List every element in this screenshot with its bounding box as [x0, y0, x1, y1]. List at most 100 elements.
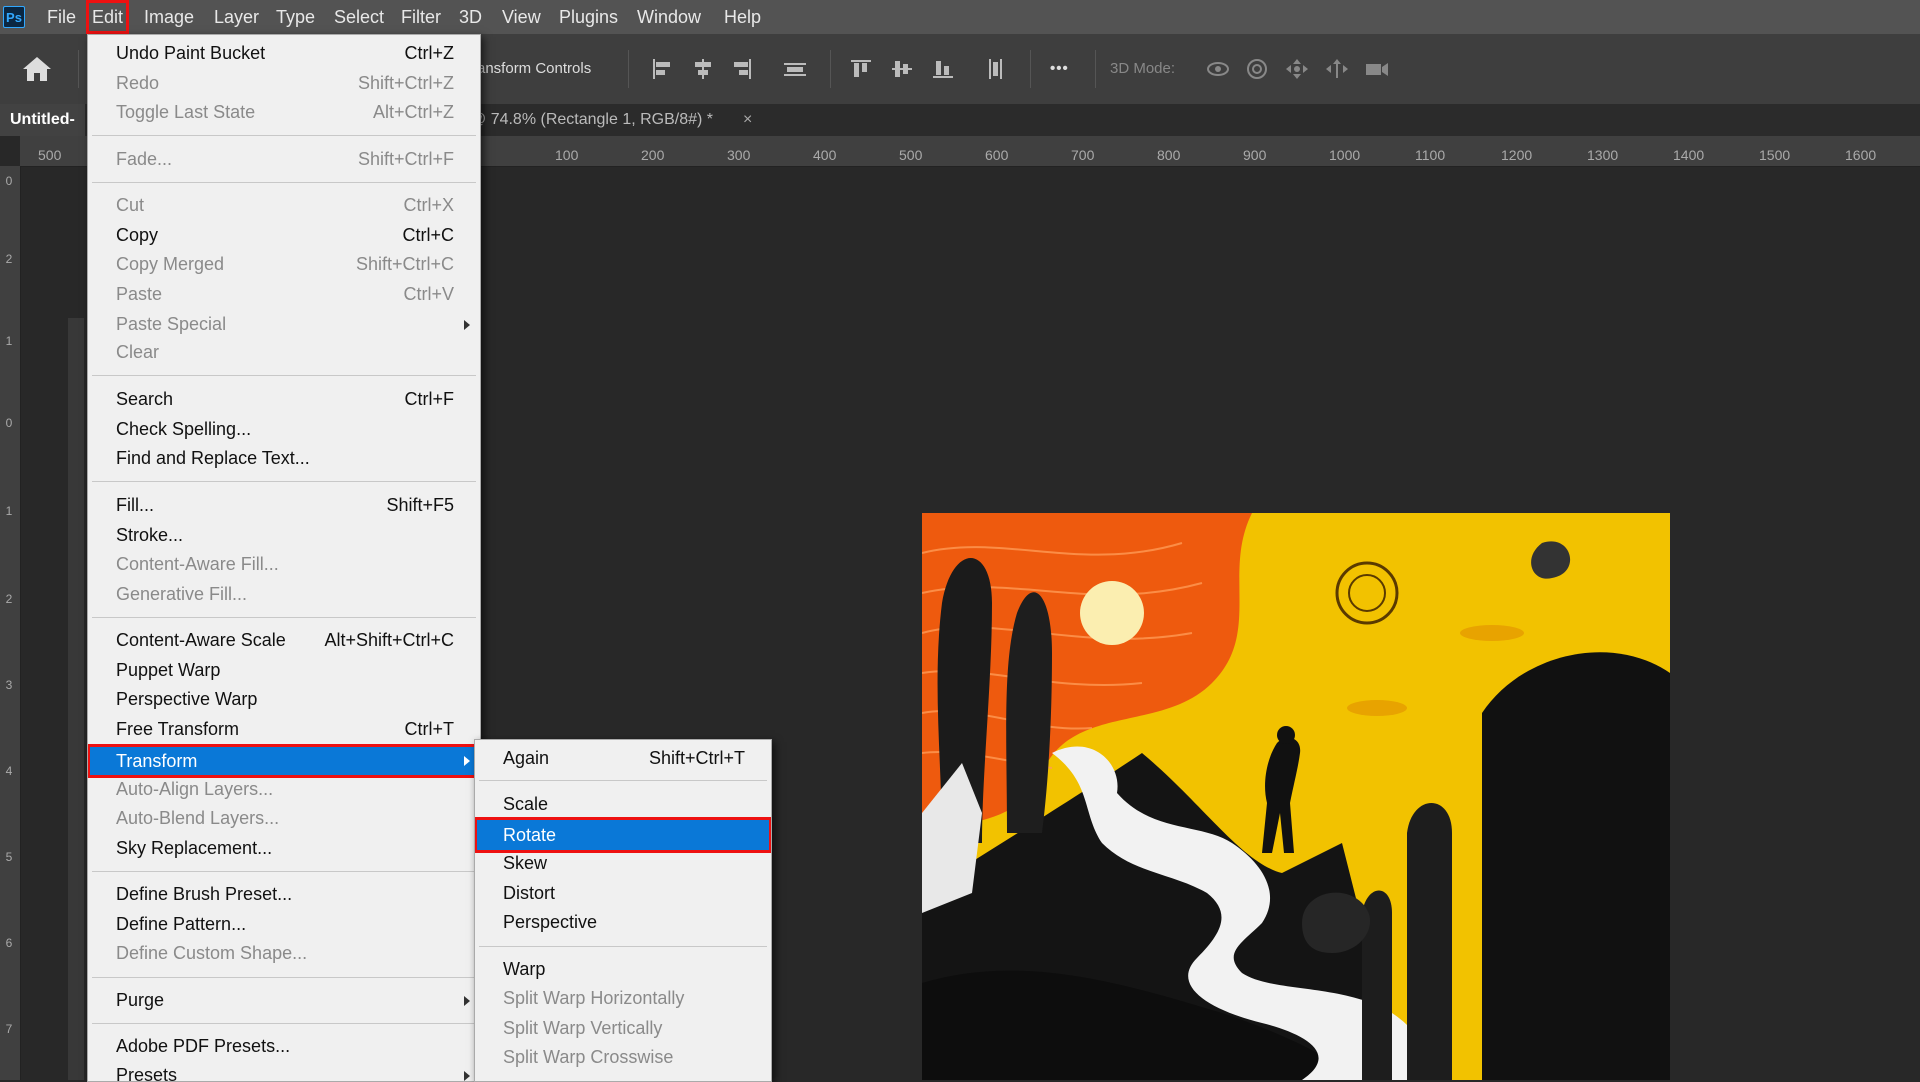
menu-file[interactable]: File — [47, 0, 76, 34]
menu-item-free-transform[interactable]: Free Transform Ctrl+T — [88, 715, 480, 743]
canvas-artwork[interactable] — [922, 513, 1670, 1080]
menu-item-presets[interactable]: Presets — [88, 1061, 480, 1081]
menu-item-find-replace[interactable]: Find and Replace Text... — [88, 444, 480, 472]
menu-item-toggle-last-state[interactable]: Toggle Last State Alt+Ctrl+Z — [88, 98, 480, 126]
separator — [92, 135, 476, 136]
separator — [628, 50, 629, 88]
distribute-icon[interactable] — [782, 57, 808, 81]
menu-item-clear[interactable]: Clear — [88, 338, 480, 366]
menu-item-search[interactable]: Search Ctrl+F — [88, 385, 480, 413]
transform-controls-label[interactable]: ransform Controls — [472, 60, 591, 77]
menu-item-copy[interactable]: Copy Ctrl+C — [88, 221, 480, 249]
menu-item-distort[interactable]: Distort — [475, 879, 771, 907]
separator — [92, 1023, 476, 1024]
menu-item-define-brush-preset[interactable]: Define Brush Preset... — [88, 880, 480, 908]
ruler-tick-label: 300 — [727, 147, 751, 163]
menu-window[interactable]: Window — [637, 0, 701, 34]
menu-3d[interactable]: 3D — [459, 0, 482, 34]
menu-edit[interactable]: Edit — [86, 0, 130, 34]
menu-item-redo[interactable]: Redo Shift+Ctrl+Z — [88, 69, 480, 97]
tools-panel-edge — [68, 318, 84, 1080]
separator — [92, 481, 476, 482]
align-bottom-icon[interactable] — [930, 57, 956, 81]
ruler-tick-label: 1000 — [1329, 147, 1361, 163]
vertical-ruler[interactable]: 0 2 1 0 1 2 3 4 5 6 7 — [0, 166, 21, 1080]
menu-item-generative-fill[interactable]: Generative Fill... — [88, 580, 480, 608]
align-right-icon[interactable] — [728, 57, 754, 81]
menu-item-skew[interactable]: Skew — [475, 849, 771, 877]
separator — [830, 50, 831, 88]
menu-item-undo[interactable]: Undo Paint Bucket Ctrl+Z — [88, 39, 480, 67]
3d-slide-icon[interactable] — [1324, 57, 1350, 81]
menu-item-copy-merged[interactable]: Copy Merged Shift+Ctrl+C — [88, 250, 480, 278]
menu-item-transform[interactable]: Transform — [88, 744, 480, 778]
align-middle-vertical-icon[interactable] — [889, 57, 915, 81]
menu-item-split-warp-crosswise[interactable]: Split Warp Crosswise — [475, 1043, 771, 1071]
photoshop-logo-icon[interactable]: Ps — [3, 6, 25, 28]
menu-item-check-spelling[interactable]: Check Spelling... — [88, 415, 480, 443]
ruler-tick-label: 700 — [1071, 147, 1095, 163]
menu-item-puppet-warp[interactable]: Puppet Warp — [88, 656, 480, 684]
menu-item-fill[interactable]: Fill... Shift+F5 — [88, 491, 480, 519]
align-top-icon[interactable] — [848, 57, 874, 81]
menu-item-define-pattern[interactable]: Define Pattern... — [88, 910, 480, 938]
menu-item-auto-align-layers[interactable]: Auto-Align Layers... — [88, 775, 480, 803]
menu-item-split-warp-horizontally[interactable]: Split Warp Horizontally — [475, 984, 771, 1012]
menu-item-stroke[interactable]: Stroke... — [88, 521, 480, 549]
tab-untitled[interactable]: Untitled- — [0, 104, 85, 136]
3d-orbit-icon[interactable] — [1205, 57, 1231, 81]
menu-item-sky-replacement[interactable]: Sky Replacement... — [88, 834, 480, 862]
close-tab-icon[interactable]: × — [743, 104, 752, 136]
home-icon[interactable] — [22, 56, 52, 82]
menu-item-paste[interactable]: Paste Ctrl+V — [88, 280, 480, 308]
menu-item-adobe-pdf-presets[interactable]: Adobe PDF Presets... — [88, 1032, 480, 1060]
menu-item-perspective[interactable]: Perspective — [475, 908, 771, 936]
menu-type[interactable]: Type — [276, 0, 315, 34]
menu-item-auto-blend-layers[interactable]: Auto-Blend Layers... — [88, 804, 480, 832]
tab-document-info[interactable]: @ 74.8% (Rectangle 1, RGB/8#) * — [470, 104, 713, 136]
menu-item-perspective-warp[interactable]: Perspective Warp — [88, 685, 480, 713]
menu-item-split-warp-vertically[interactable]: Split Warp Vertically — [475, 1014, 771, 1042]
menu-item-fade[interactable]: Fade... Shift+Ctrl+F — [88, 145, 480, 173]
menu-select[interactable]: Select — [334, 0, 384, 34]
more-options-button[interactable]: ••• — [1050, 60, 1069, 77]
3d-camera-icon[interactable] — [1364, 57, 1390, 81]
align-center-horizontal-icon[interactable] — [690, 57, 716, 81]
align-left-icon[interactable] — [650, 57, 676, 81]
separator — [92, 182, 476, 183]
ruler-tick-label: 1600 — [1845, 147, 1877, 163]
menu-item-cut[interactable]: Cut Ctrl+X — [88, 191, 480, 219]
menu-help[interactable]: Help — [724, 0, 761, 34]
ruler-tick-label: 2 — [5, 592, 13, 606]
menu-image[interactable]: Image — [144, 0, 194, 34]
menu-item-paste-special[interactable]: Paste Special — [88, 310, 480, 338]
menu-item-scale[interactable]: Scale — [475, 790, 771, 818]
menu-filter[interactable]: Filter — [401, 0, 441, 34]
menu-item-warp[interactable]: Warp — [475, 955, 771, 983]
ruler-tick-label: 0 — [5, 416, 13, 430]
menu-item-purge[interactable]: Purge — [88, 986, 480, 1014]
ruler-tick-label: 1200 — [1501, 147, 1533, 163]
ruler-tick-label: 100 — [555, 147, 579, 163]
separator — [92, 617, 476, 618]
ruler-tick-label: 900 — [1243, 147, 1267, 163]
menu-layer[interactable]: Layer — [214, 0, 259, 34]
ruler-tick-label: 1100 — [1415, 147, 1446, 163]
menu-item-content-aware-scale[interactable]: Content-Aware Scale Alt+Shift+Ctrl+C — [88, 626, 480, 654]
menu-item-define-custom-shape[interactable]: Define Custom Shape... — [88, 939, 480, 967]
ruler-tick-label: 1500 — [1759, 147, 1791, 163]
3d-pan-icon[interactable] — [1284, 57, 1310, 81]
3d-roll-icon[interactable] — [1244, 57, 1270, 81]
ruler-tick-label: 1300 — [1587, 147, 1619, 163]
menu-item-rotate[interactable]: Rotate — [475, 817, 771, 853]
ruler-tick-label: 500 — [38, 147, 62, 163]
separator — [1030, 50, 1031, 88]
menu-plugins[interactable]: Plugins — [559, 0, 618, 34]
separator — [92, 871, 476, 872]
menu-item-content-aware-fill[interactable]: Content-Aware Fill... — [88, 550, 480, 578]
separator — [1095, 50, 1096, 88]
distribute-vertical-icon[interactable] — [983, 57, 1009, 81]
menu-item-again[interactable]: Again Shift+Ctrl+T — [475, 744, 771, 772]
ruler-tick-label: 600 — [985, 147, 1009, 163]
menu-view[interactable]: View — [502, 0, 541, 34]
